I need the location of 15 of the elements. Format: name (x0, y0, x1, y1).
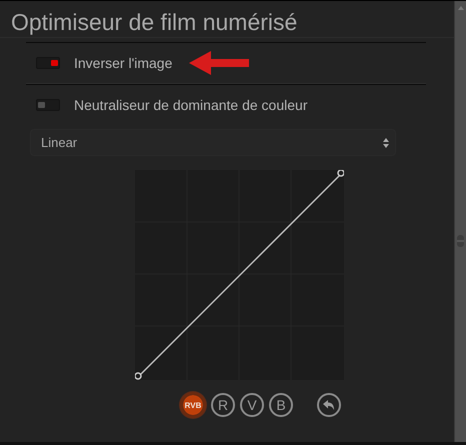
updown-icon (383, 138, 389, 148)
channel-button[interactable]: R (211, 393, 235, 417)
panel-title: Optimiseur de film numérisé (0, 1, 454, 38)
reset-button[interactable] (317, 393, 341, 417)
toggle-switch[interactable] (36, 99, 60, 111)
undo-icon (322, 399, 336, 411)
scrollbar[interactable] (454, 1, 466, 442)
channel-button[interactable]: RVB (180, 392, 206, 418)
toggle-label: Neutraliseur de dominante de couleur (74, 97, 308, 113)
channel-button[interactable]: V (240, 393, 264, 417)
toggle-label: Inverser l'image (74, 55, 172, 71)
toggle-switch[interactable] (36, 57, 60, 69)
arrow-icon (189, 51, 249, 75)
channel-button[interactable]: B (269, 393, 293, 417)
curve-dropdown[interactable]: Linear (30, 129, 396, 156)
